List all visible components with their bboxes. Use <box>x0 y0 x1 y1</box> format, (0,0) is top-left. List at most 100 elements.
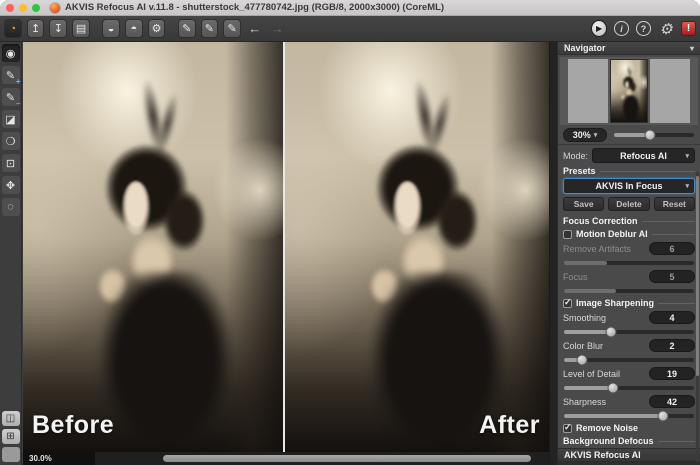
redo-icon: → <box>271 21 284 36</box>
color-blur-value[interactable]: 2 <box>649 339 695 352</box>
title-bar: AKVIS Refocus AI v.11.8 - shutterstock_4… <box>0 0 700 16</box>
chevron-down-icon: ▾ <box>685 182 689 190</box>
after-photo <box>285 42 549 452</box>
focus-value[interactable]: 5 <box>649 270 695 283</box>
sidebar-scroll-thumb[interactable] <box>696 176 699 376</box>
hairpuff-shape <box>435 190 477 252</box>
print-button[interactable]: ▤ <box>72 19 90 38</box>
license-button[interactable]: ! <box>681 21 696 36</box>
slider-knob[interactable] <box>657 411 668 422</box>
remove-noise-label: Remove Noise <box>576 423 638 433</box>
horizontal-scroll-thumb[interactable] <box>163 455 531 462</box>
remove-artifacts-value[interactable]: 6 <box>649 242 695 255</box>
image-sharpening-checkbox[interactable]: ✓ <box>563 299 572 308</box>
mode-row: Mode: Refocus AI ▾ <box>563 148 695 163</box>
reset-preset-button[interactable]: Reset <box>654 197 695 211</box>
before-photo <box>23 42 283 452</box>
blur-bucket-button[interactable]: ❍ <box>2 132 20 150</box>
mode-dropdown[interactable]: Refocus AI ▾ <box>592 148 695 163</box>
delete-preset-button[interactable]: Delete <box>608 197 649 211</box>
navigator-header[interactable]: Navigator ▾ <box>558 42 700 55</box>
after-pane[interactable]: After <box>285 42 549 452</box>
plus-badge-icon: + <box>16 77 21 86</box>
info-button[interactable]: i <box>614 21 629 36</box>
help-button[interactable]: ? <box>636 21 651 36</box>
preset-dropdown[interactable]: AKVIS In Focus ▾ <box>563 178 695 194</box>
chevron-down-icon: ▾ <box>594 131 598 139</box>
sharpness-value[interactable]: 42 <box>649 395 695 408</box>
batch-processing-button[interactable]: ⚙ <box>148 19 166 38</box>
navigator-thumbnail[interactable] <box>610 59 648 123</box>
edit-tool-c-button[interactable]: ✎ <box>223 19 241 38</box>
zoom-tool-icon: ◌ <box>7 201 14 213</box>
preset-buttons-row: Save Delete Reset <box>563 197 695 211</box>
close-window-button[interactable] <box>6 4 14 12</box>
color-blur-row: Color Blur 2 <box>563 339 695 352</box>
zoom-level-value: 30% <box>573 130 591 140</box>
settings-sidebar: Navigator ▾ <box>557 42 700 465</box>
zoom-window-button[interactable] <box>32 4 40 12</box>
color-blur-slider[interactable] <box>564 358 694 362</box>
defocus-brush-button[interactable]: ✎− <box>2 88 20 106</box>
minus-badge-icon: − <box>16 99 21 108</box>
minimize-window-button[interactable] <box>19 4 27 12</box>
import-presets-button[interactable]: ◒ <box>102 19 120 38</box>
slider-knob[interactable] <box>577 355 588 366</box>
export-presets-icon: ◓ <box>131 23 138 35</box>
zoom-slider[interactable] <box>614 133 694 137</box>
image-viewer: Before After 30.0% <box>23 42 549 465</box>
fit-to-window-button[interactable]: ⊞ <box>2 429 20 444</box>
zoom-slider-knob[interactable] <box>645 130 656 141</box>
export-presets-button[interactable]: ◓ <box>125 19 143 38</box>
smoothing-value[interactable]: 4 <box>649 311 695 324</box>
slider-knob[interactable] <box>605 327 616 338</box>
sidebar-scrollbar[interactable] <box>696 172 699 462</box>
run-processing-button[interactable]: ▶ <box>591 20 607 37</box>
vertical-scrollbar[interactable] <box>549 42 557 465</box>
focus-correction-header: Focus Correction <box>563 216 695 226</box>
slider-fill <box>564 330 611 334</box>
undo-icon: ← <box>248 21 261 36</box>
undo-button[interactable]: ← <box>246 19 264 38</box>
save-preset-button[interactable]: Save <box>563 197 604 211</box>
mode-value: Refocus AI <box>620 151 667 161</box>
save-image-button[interactable]: ↧ <box>49 19 67 38</box>
horizontal-scrollbar[interactable] <box>95 452 549 465</box>
refocus-panel-header[interactable]: AKVIS Refocus AI <box>558 448 700 462</box>
preferences-button[interactable]: ⚙ <box>658 21 674 37</box>
thumb-square-button[interactable] <box>2 447 20 462</box>
preview-eye-button[interactable]: ◉ <box>2 44 20 62</box>
slider-fill <box>564 261 607 265</box>
before-label: Before <box>32 411 114 440</box>
edit-tool-b-button[interactable]: ✎ <box>201 19 219 38</box>
remove-noise-checkbox[interactable]: ✓ <box>563 424 572 433</box>
smoothing-slider[interactable] <box>564 330 694 334</box>
edit-tool-a-button[interactable]: ✎ <box>178 19 196 38</box>
eraser-icon: ◪ <box>5 113 15 126</box>
focus-brush-icon: ✎ <box>6 69 15 82</box>
level-of-detail-slider[interactable] <box>564 386 694 390</box>
level-of-detail-label: Level of Detail <box>563 369 620 379</box>
before-pane[interactable]: Before <box>23 42 283 452</box>
level-of-detail-value[interactable]: 19 <box>649 367 695 380</box>
header-divider <box>658 441 695 442</box>
eraser-button[interactable]: ◪ <box>2 110 20 128</box>
header-divider <box>600 171 695 172</box>
slider-knob[interactable] <box>608 383 619 394</box>
blur-bucket-icon: ❍ <box>6 135 16 148</box>
focus-label: Focus <box>563 272 588 282</box>
open-image-button[interactable]: ↥ <box>27 19 45 38</box>
sharpness-slider[interactable] <box>564 414 694 418</box>
zoom-level-dropdown[interactable]: 30% ▾ <box>563 128 607 142</box>
motion-deblur-checkbox[interactable]: ✓ <box>563 230 572 239</box>
focus-brush-button[interactable]: ✎+ <box>2 66 20 84</box>
hand-tool-button[interactable]: ✥ <box>2 176 20 194</box>
workspace-gauge-icon[interactable]: ◔ <box>4 19 22 38</box>
navigator-canvas[interactable] <box>560 57 698 125</box>
split-view-button[interactable]: ◫ <box>2 411 20 426</box>
zoom-tool-button[interactable]: ◌ <box>2 198 20 216</box>
open-image-icon: ↥ <box>31 22 40 35</box>
redo-button[interactable]: → <box>269 19 287 38</box>
crop-button[interactable]: ⊡ <box>2 154 20 172</box>
edit-tool-c-icon: ✎ <box>228 22 237 35</box>
